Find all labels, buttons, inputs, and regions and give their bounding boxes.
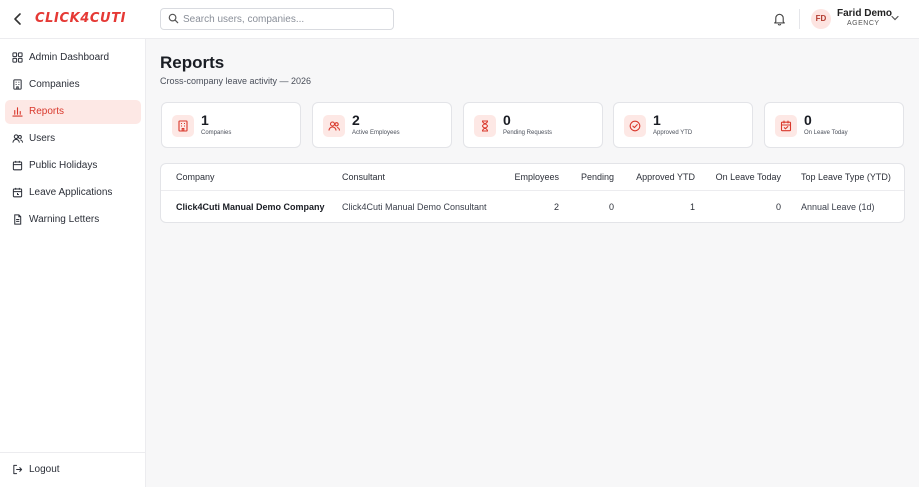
sidebar-item-label: Leave Applications bbox=[29, 187, 113, 198]
stat-card-active-employees: 2 Active Employees bbox=[312, 102, 452, 148]
avatar[interactable]: FD bbox=[811, 9, 831, 29]
building-icon bbox=[178, 120, 188, 132]
stat-icon-wrap bbox=[474, 115, 496, 137]
stat-value: 2 bbox=[352, 112, 360, 128]
calendar-check-icon bbox=[780, 120, 792, 132]
page-subtitle: Cross-company leave activity — 2026 bbox=[160, 76, 312, 86]
search-box[interactable] bbox=[160, 8, 394, 30]
building-icon bbox=[13, 79, 22, 90]
page-title: Reports bbox=[160, 53, 225, 72]
users-icon bbox=[328, 121, 340, 131]
stat-icon-wrap bbox=[624, 115, 646, 137]
column-header-pending[interactable]: Pending bbox=[571, 172, 614, 182]
users-icon bbox=[12, 134, 23, 143]
check-circle-icon bbox=[629, 120, 641, 132]
logout-button[interactable]: Logout bbox=[5, 458, 141, 482]
cell-on-leave-today: 0 bbox=[775, 202, 781, 212]
stat-value: 0 bbox=[503, 112, 511, 128]
stat-value: 1 bbox=[201, 112, 209, 128]
header-divider bbox=[799, 9, 800, 29]
sidebar-item-label: Warning Letters bbox=[29, 214, 100, 225]
hourglass-icon bbox=[481, 120, 489, 132]
column-header-on-leave-today[interactable]: On Leave Today bbox=[706, 172, 781, 182]
stat-label: Active Employees bbox=[352, 130, 400, 136]
sidebar-item-label: Public Holidays bbox=[29, 160, 98, 171]
column-header-top-leave-type[interactable]: Top Leave Type (YTD) bbox=[801, 172, 891, 182]
sidebar-item-public-holidays[interactable]: Public Holidays bbox=[5, 154, 141, 178]
search-icon bbox=[168, 13, 179, 24]
stat-label: Pending Requests bbox=[503, 130, 553, 136]
cell-company[interactable]: Click4Cuti Manual Demo Company bbox=[176, 202, 325, 212]
stat-value: 1 bbox=[653, 112, 661, 128]
cell-pending: 0 bbox=[608, 202, 614, 212]
stat-card-on-leave-today: 0 On Leave Today bbox=[764, 102, 904, 148]
sidebar: Admin Dashboard Companies Reports Users … bbox=[0, 39, 146, 487]
sidebar-divider bbox=[0, 452, 146, 453]
stat-label: On Leave Today bbox=[804, 130, 848, 136]
column-header-approved-ytd[interactable]: Approved YTD bbox=[626, 172, 695, 182]
stat-label: Approved YTD bbox=[653, 130, 693, 136]
reports-table: Company Consultant Employees Pending App… bbox=[160, 163, 905, 223]
sidebar-item-reports[interactable]: Reports bbox=[5, 100, 141, 124]
app-logo[interactable]: CLICK4CUTI bbox=[35, 11, 126, 26]
search-input[interactable] bbox=[183, 12, 388, 27]
cell-employees: 2 bbox=[553, 202, 559, 212]
stat-card-approved-ytd: 1 Approved YTD bbox=[613, 102, 753, 148]
sidebar-item-label: Users bbox=[29, 133, 56, 144]
column-header-company[interactable]: Company bbox=[176, 172, 215, 182]
column-header-employees[interactable]: Employees bbox=[501, 172, 559, 182]
cell-top-leave-type: Annual Leave (1d) bbox=[801, 202, 875, 212]
table-header-divider bbox=[161, 190, 904, 191]
dashboard-icon bbox=[12, 52, 23, 63]
sidebar-item-label: Companies bbox=[29, 79, 80, 90]
stat-icon-wrap bbox=[323, 115, 345, 137]
calendar-clock-icon bbox=[12, 187, 23, 198]
user-name[interactable]: Farid Demo bbox=[837, 8, 892, 19]
sidebar-item-companies[interactable]: Companies bbox=[5, 73, 141, 97]
column-header-consultant[interactable]: Consultant bbox=[342, 172, 385, 182]
cell-approved-ytd: 1 bbox=[689, 202, 695, 212]
stat-label: Companies bbox=[201, 130, 232, 136]
sidebar-item-admin-dashboard[interactable]: Admin Dashboard bbox=[5, 46, 141, 70]
chevron-down-icon[interactable] bbox=[891, 15, 899, 21]
back-arrow-icon[interactable] bbox=[10, 11, 26, 27]
stat-card-companies: 1 Companies bbox=[161, 102, 301, 148]
cell-consultant: Click4Cuti Manual Demo Consultant bbox=[342, 202, 487, 212]
user-role: AGENCY bbox=[847, 20, 880, 27]
document-icon bbox=[14, 214, 22, 225]
stat-card-pending-requests: 0 Pending Requests bbox=[463, 102, 603, 148]
sidebar-item-label: Admin Dashboard bbox=[29, 52, 110, 63]
logout-icon bbox=[13, 464, 23, 475]
stat-icon-wrap bbox=[172, 115, 194, 137]
sidebar-item-warning-letters[interactable]: Warning Letters bbox=[5, 208, 141, 232]
stat-value: 0 bbox=[804, 112, 812, 128]
sidebar-item-users[interactable]: Users bbox=[5, 127, 141, 151]
bar-chart-icon bbox=[12, 107, 23, 117]
sidebar-item-label: Reports bbox=[29, 106, 65, 117]
logout-label: Logout bbox=[29, 464, 60, 475]
stat-icon-wrap bbox=[775, 115, 797, 137]
calendar-icon bbox=[12, 160, 23, 171]
top-bar: CLICK4CUTI FD Farid Demo AGENCY bbox=[0, 0, 919, 39]
sidebar-item-leave-applications[interactable]: Leave Applications bbox=[5, 181, 141, 205]
bell-icon[interactable] bbox=[773, 12, 786, 26]
